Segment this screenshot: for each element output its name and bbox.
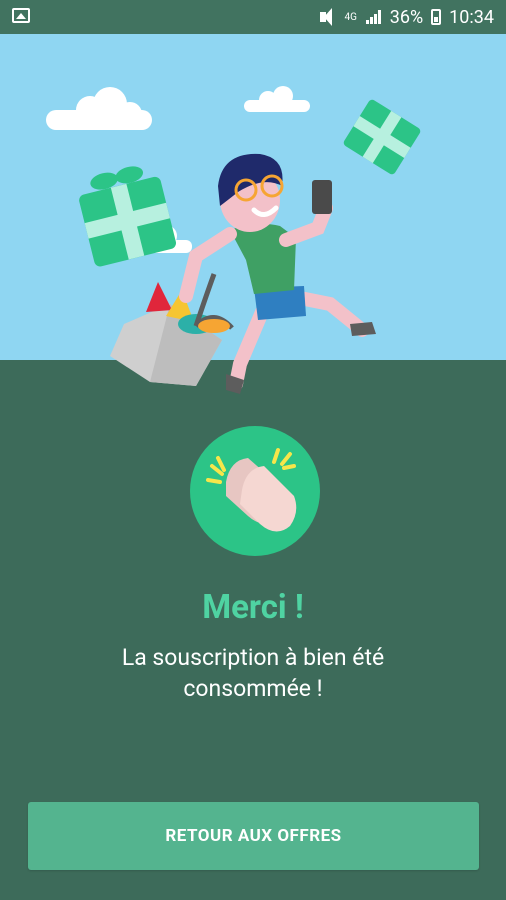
gift-icon — [343, 99, 421, 175]
battery-percentage: 36% — [389, 6, 424, 28]
success-message: La souscription à bien été consommée ! — [0, 642, 506, 704]
shopping-bag-icon — [110, 273, 234, 386]
clock: 10:34 — [449, 6, 494, 28]
phone-icon — [312, 180, 332, 214]
back-to-offers-button[interactable]: RETOUR AUX OFFRES — [28, 802, 479, 870]
character-illustration — [179, 153, 376, 394]
success-title: Merci ! — [202, 588, 304, 627]
status-bar: 4G 36% 10:34 — [0, 0, 506, 34]
battery-icon — [431, 9, 442, 25]
cloud-icon — [244, 86, 310, 112]
success-message-line1: La souscription à bien été — [121, 644, 385, 671]
gallery-notification-icon — [12, 8, 30, 23]
screen: 4G 36% 10:34 Merci ! La souscription à b… — [0, 0, 506, 900]
illustration — [46, 86, 421, 394]
status-icons: 4G 36% 10:34 — [318, 6, 494, 28]
mute-icon — [318, 8, 336, 26]
cloud-icon — [46, 87, 152, 130]
success-message-line2: consommée ! — [183, 675, 323, 702]
signal-icon — [365, 10, 382, 24]
network-type: 4G — [344, 11, 357, 23]
clapping-hands-icon — [190, 426, 320, 556]
